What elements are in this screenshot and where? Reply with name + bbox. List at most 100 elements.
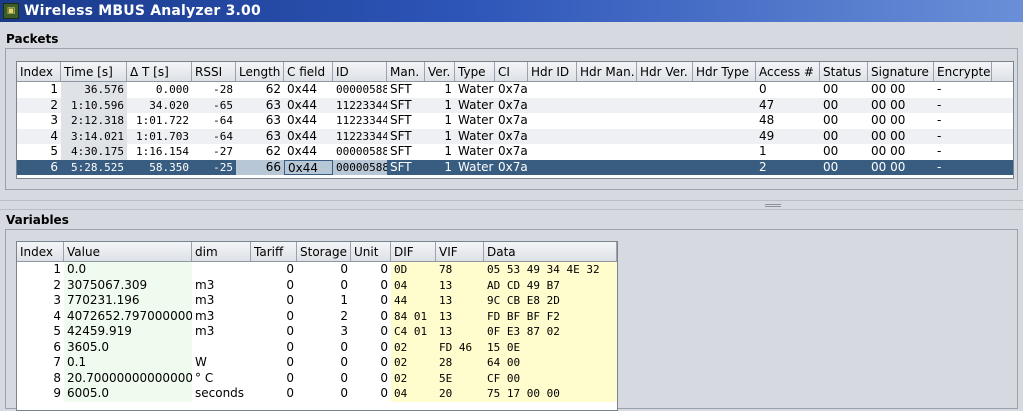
packet-cell[interactable]: 00 bbox=[820, 98, 868, 114]
packet-cell[interactable]: - bbox=[934, 82, 992, 98]
variable-cell[interactable]: m3 bbox=[192, 324, 251, 340]
variable-cell[interactable]: 0.0 bbox=[64, 262, 192, 278]
packets-col-header[interactable]: Hdr ID bbox=[528, 62, 577, 81]
variable-cell[interactable]: 0 bbox=[297, 355, 351, 371]
variable-cell[interactable]: 75 17 00 00 bbox=[484, 386, 617, 402]
packet-cell[interactable]: 3 bbox=[17, 113, 61, 129]
panel-splitter[interactable] bbox=[0, 200, 1023, 210]
packet-cell[interactable]: 1 bbox=[425, 129, 455, 145]
packet-cell[interactable]: 1:01.703 bbox=[127, 129, 192, 145]
variable-row[interactable]: 9 6005.0 seconds 0 0 0 04 20 75 17 00 00 bbox=[17, 386, 617, 402]
variables-col-header[interactable]: dim bbox=[192, 242, 251, 261]
packet-cell[interactable]: 0x44 bbox=[284, 113, 333, 129]
variable-cell[interactable]: 02 bbox=[391, 355, 436, 371]
packet-cell[interactable]: SFT bbox=[387, 113, 425, 129]
packets-col-header[interactable]: Type bbox=[455, 62, 495, 81]
packet-cell[interactable]: 0x44 bbox=[284, 159, 333, 175]
packets-col-header[interactable]: C field bbox=[284, 62, 333, 81]
packet-cell[interactable]: SFT bbox=[387, 144, 425, 160]
variable-cell[interactable]: 0 bbox=[251, 262, 297, 278]
packet-row[interactable]: 5 4:30.175 1:16.154 -27 62 0x44 00000588 SFT 1 Wa… bbox=[17, 144, 1013, 160]
variable-cell[interactable]: 0 bbox=[251, 386, 297, 402]
packet-row[interactable]: 4 3:14.021 1:01.703 -64 63 0x44 11223344 SFT 1 Wa… bbox=[17, 128, 1013, 145]
variable-row[interactable]: 5 42459.919 m3 0 3 0 C4 01 13 0F E3 87 02 bbox=[17, 324, 617, 340]
packet-cell[interactable]: 0x44 bbox=[284, 144, 333, 160]
variable-cell[interactable]: 05 53 49 34 4E 32 bbox=[484, 262, 617, 278]
variable-cell[interactable]: 13 bbox=[436, 308, 484, 324]
packet-cell[interactable]: 0x7a bbox=[495, 144, 528, 160]
variable-cell[interactable] bbox=[192, 262, 251, 278]
variable-cell[interactable]: 2 bbox=[297, 309, 351, 325]
variable-cell[interactable]: 0 bbox=[297, 371, 351, 387]
variables-col-header[interactable]: Unit bbox=[351, 242, 391, 261]
packets-col-header[interactable]: Man. bbox=[387, 62, 425, 81]
variable-cell[interactable]: FD BF BF F2 bbox=[484, 308, 617, 324]
packets-col-header[interactable]: Time [s] bbox=[61, 62, 127, 81]
packet-cell[interactable]: 1 bbox=[425, 98, 455, 114]
variable-cell[interactable]: 0 bbox=[297, 340, 351, 356]
packet-cell[interactable]: 2 bbox=[756, 160, 820, 176]
packet-cell[interactable]: Water bbox=[455, 82, 495, 98]
packet-cell[interactable]: 2:12.318 bbox=[61, 113, 127, 129]
variable-cell[interactable]: 02 bbox=[391, 370, 436, 386]
variable-row[interactable]: 7 0.1 W 0 0 0 02 28 64 00 bbox=[17, 355, 617, 371]
packet-cell[interactable]: -65 bbox=[192, 98, 236, 114]
packet-cell[interactable]: 1 bbox=[17, 82, 61, 98]
packet-row[interactable]: 1 36.576 0.000 -28 62 0x44 00000588 SFT 1 Water 0x… bbox=[17, 82, 1013, 98]
variable-cell[interactable]: 13 bbox=[436, 277, 484, 293]
variable-cell[interactable]: 0F E3 87 02 bbox=[484, 324, 617, 340]
packets-col-header[interactable]: Ver. bbox=[425, 62, 455, 81]
packet-cell[interactable] bbox=[693, 160, 756, 176]
packet-cell[interactable] bbox=[637, 113, 693, 129]
variables-col-header[interactable]: Index bbox=[17, 242, 64, 261]
packet-cell[interactable]: 00 bbox=[820, 160, 868, 176]
packet-cell[interactable]: 3:14.021 bbox=[61, 128, 127, 144]
variable-cell[interactable]: m3 bbox=[192, 309, 251, 325]
variable-cell[interactable]: 0 bbox=[351, 309, 391, 325]
variable-cell[interactable]: 8 bbox=[17, 371, 64, 387]
packet-cell[interactable]: 1:10.596 bbox=[61, 97, 127, 113]
variable-cell[interactable]: 5E bbox=[436, 370, 484, 386]
packet-cell[interactable]: 63 bbox=[236, 113, 284, 129]
packet-cell[interactable]: 1 bbox=[756, 144, 820, 160]
variable-cell[interactable]: 13 bbox=[436, 324, 484, 340]
variable-cell[interactable]: 0 bbox=[351, 262, 391, 278]
packet-cell[interactable] bbox=[577, 129, 637, 145]
packet-cell[interactable] bbox=[528, 82, 577, 98]
packet-cell[interactable]: 1 bbox=[425, 160, 455, 176]
packet-cell[interactable]: 1 bbox=[425, 82, 455, 98]
packet-cell[interactable]: 00 00 bbox=[868, 160, 934, 176]
variable-cell[interactable]: 13 bbox=[436, 293, 484, 309]
packet-cell[interactable]: 0x7a bbox=[495, 113, 528, 129]
packet-cell[interactable] bbox=[528, 129, 577, 145]
variable-cell[interactable]: W bbox=[192, 355, 251, 371]
variables-col-header[interactable]: Data bbox=[484, 242, 617, 261]
variable-cell[interactable]: m3 bbox=[192, 278, 251, 294]
packet-cell[interactable]: 00 00 bbox=[868, 98, 934, 114]
variable-cell[interactable]: 9 bbox=[17, 386, 64, 402]
variable-row[interactable]: 2 3075067.309 m3 0 0 0 04 13 AD CD 49 B7 bbox=[17, 277, 617, 294]
variable-cell[interactable] bbox=[192, 340, 251, 356]
packet-cell[interactable]: 00 00 bbox=[868, 144, 934, 160]
packet-cell[interactable]: Water bbox=[455, 113, 495, 129]
packet-cell[interactable]: -25 bbox=[192, 160, 236, 176]
variable-cell[interactable]: 0 bbox=[251, 293, 297, 309]
packet-cell[interactable]: 36.576 bbox=[61, 82, 127, 98]
variable-cell[interactable]: 5 bbox=[17, 324, 64, 340]
packet-cell[interactable]: 0x44 bbox=[284, 98, 333, 114]
variable-cell[interactable]: 0 bbox=[251, 278, 297, 294]
variable-row[interactable]: 4 4072652.7970000003 m3 0 2 0 84 01 13 FD BF BF … bbox=[17, 308, 617, 325]
packet-cell[interactable]: - bbox=[934, 160, 992, 176]
packet-cell[interactable]: SFT bbox=[387, 98, 425, 114]
variable-cell[interactable]: 04 bbox=[391, 277, 436, 293]
packet-cell[interactable]: - bbox=[934, 98, 992, 114]
variable-cell[interactable]: 0D bbox=[391, 262, 436, 278]
variable-cell[interactable]: 44 bbox=[391, 293, 436, 309]
packet-cell[interactable] bbox=[528, 144, 577, 160]
packet-cell[interactable] bbox=[637, 98, 693, 114]
packets-col-header[interactable]: Signature bbox=[868, 62, 934, 81]
packets-col-header[interactable]: Encrypted bbox=[934, 62, 992, 81]
packets-col-header[interactable]: Index bbox=[17, 62, 61, 81]
packet-cell[interactable]: Water bbox=[455, 129, 495, 145]
variable-cell[interactable]: 02 bbox=[391, 339, 436, 355]
